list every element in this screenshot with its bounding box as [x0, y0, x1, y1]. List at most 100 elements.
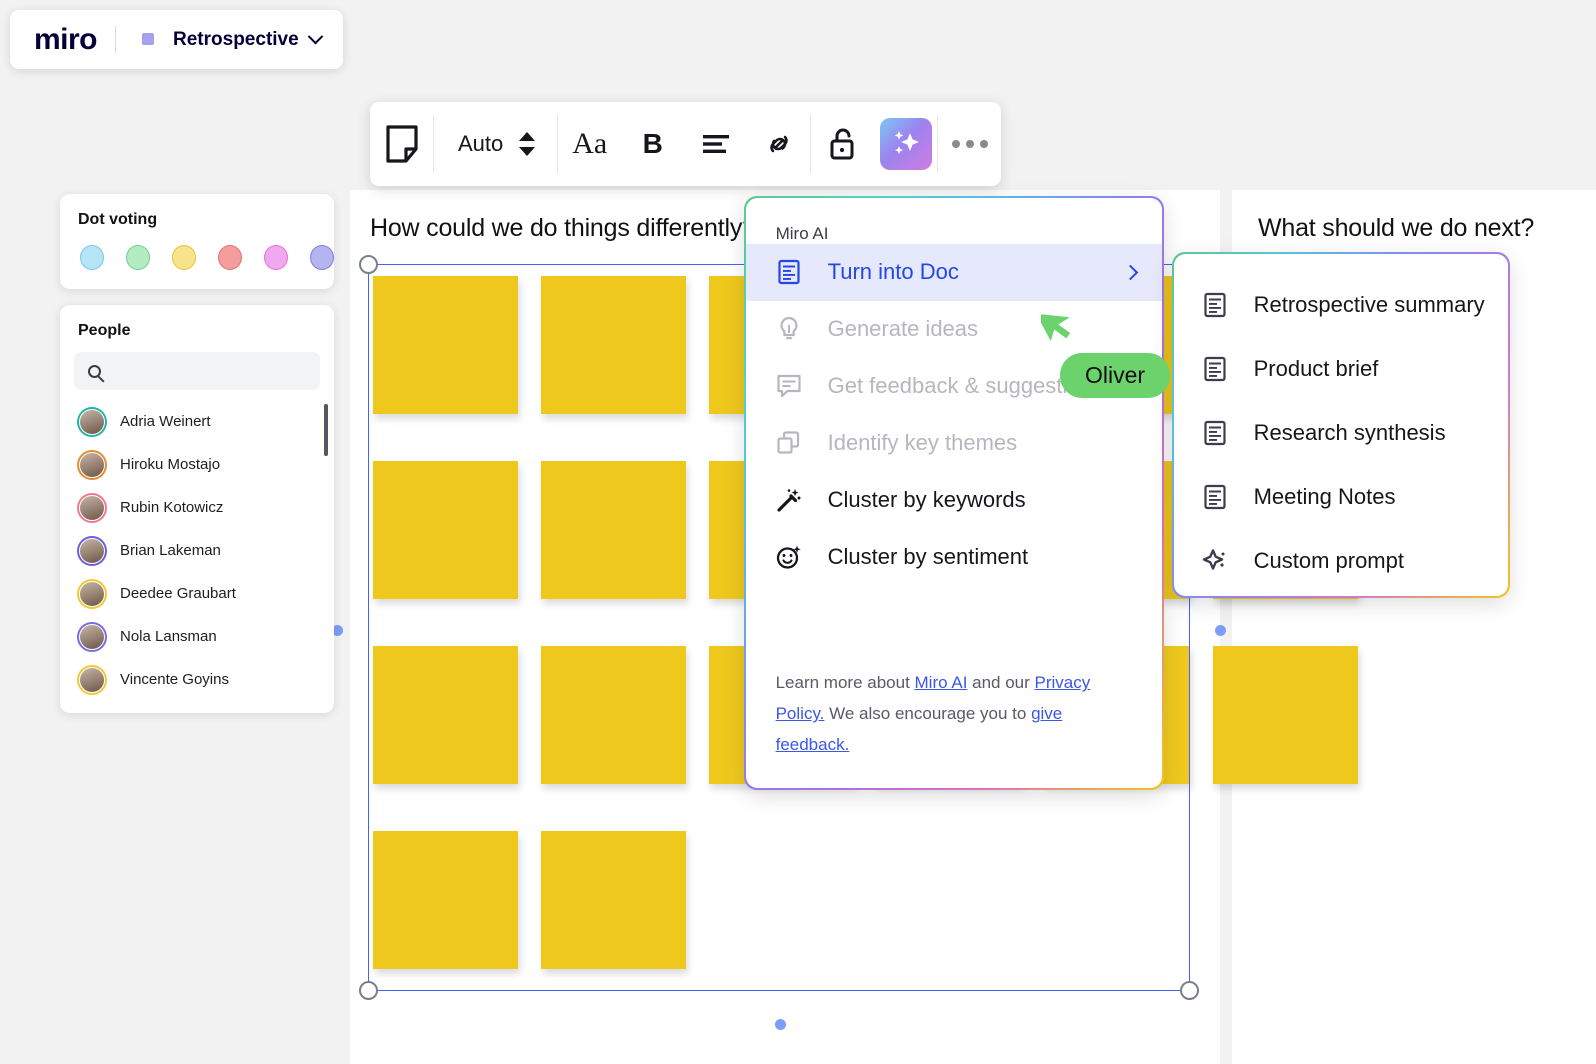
text-align-button[interactable] — [684, 102, 747, 186]
submenu-item-retrospective-summary[interactable]: Retrospective summary — [1174, 273, 1509, 337]
list-item[interactable]: Brian Lakeman — [60, 529, 334, 572]
magic-wand-icon — [776, 487, 802, 513]
collaborator-name-badge: Oliver — [1060, 353, 1170, 398]
ai-menu-item-generate-ideas: Generate ideas — [746, 301, 1163, 358]
ai-button-wrapper[interactable] — [874, 102, 937, 186]
document-icon — [776, 259, 802, 285]
dot-vote-color-1[interactable] — [80, 245, 104, 270]
ai-menu-item-list[interactable]: Turn into Doc Generate ideas Get feedbac… — [746, 244, 1163, 586]
comment-icon — [776, 373, 802, 399]
unlocked-padlock-icon — [829, 127, 857, 161]
footer-text-2: and our — [967, 673, 1034, 692]
submenu-item-custom-prompt[interactable]: Custom prompt — [1174, 529, 1509, 593]
person-name: Adria Weinert — [120, 413, 211, 430]
quantity-stepper[interactable] — [519, 132, 535, 156]
dot-voting-panel: Dot voting — [60, 194, 334, 289]
avatar — [77, 407, 107, 437]
people-panel: People Adria Weinert Hiroku Mostajo Rubin … — [60, 305, 334, 713]
text-size-value: Auto — [458, 131, 503, 157]
person-name: Vincente Goyins — [120, 671, 229, 688]
header-divider — [115, 26, 116, 53]
miro-ai-link[interactable]: Miro AI — [915, 673, 968, 692]
list-item[interactable]: Adria Weinert — [60, 400, 334, 443]
board-icon — [134, 29, 162, 51]
search-icon — [88, 365, 101, 378]
miro-ai-context-menu: Miro AI Turn into Doc Generate ideas Get… — [744, 196, 1164, 790]
dot-vote-color-6[interactable] — [310, 245, 334, 270]
more-horizontal-icon — [952, 140, 988, 148]
list-item[interactable]: Deedee Graubart — [60, 572, 334, 615]
people-title: People — [60, 305, 334, 340]
lock-button[interactable] — [811, 102, 874, 186]
person-name: Deedee Graubart — [120, 585, 236, 602]
sticky-note[interactable] — [541, 831, 686, 969]
list-item[interactable]: Rubin Kotowicz — [60, 486, 334, 529]
sticky-note[interactable] — [373, 461, 518, 599]
ai-menu-item-label: Cluster by keywords — [828, 487, 1026, 513]
ai-menu-item-identify-key-themes: Identify key themes — [746, 415, 1163, 472]
miro-logo[interactable]: miro — [34, 23, 97, 57]
submenu-item-meeting-notes[interactable]: Meeting Notes — [1174, 465, 1509, 529]
chevron-right-icon — [1123, 264, 1139, 280]
submenu-item-label: Meeting Notes — [1254, 484, 1396, 510]
more-options-button[interactable] — [938, 102, 1001, 186]
submenu-item-research-synthesis[interactable]: Research synthesis — [1174, 401, 1509, 465]
frame-title-differently: How could we do things differently? — [370, 214, 744, 243]
link-button[interactable] — [747, 102, 810, 186]
person-name: Brian Lakeman — [120, 542, 221, 559]
people-list-scrollbar[interactable] — [324, 404, 328, 456]
board-name-dropdown[interactable]: Retrospective — [134, 29, 321, 51]
people-list[interactable]: Adria Weinert Hiroku Mostajo Rubin Kotowic… — [60, 400, 334, 700]
board-header-bar: miro Retrospective — [10, 10, 343, 69]
list-item[interactable]: Nola Lansman — [60, 615, 334, 658]
avatar — [77, 579, 107, 609]
footer-text-3: We also encourage you to — [824, 704, 1031, 723]
document-icon — [1202, 292, 1228, 318]
sticky-note[interactable] — [373, 831, 518, 969]
stacked-squares-icon — [776, 430, 802, 456]
sticky-note[interactable] — [373, 646, 518, 784]
triangle-down-icon[interactable] — [519, 147, 535, 156]
submenu-item-list[interactable]: Retrospective summary Product brief Rese… — [1174, 254, 1509, 597]
ai-menu-item-turn-into-doc[interactable]: Turn into Doc — [746, 244, 1163, 301]
text-size-stepper[interactable]: Auto — [434, 102, 557, 186]
person-name: Nola Lansman — [120, 628, 217, 645]
ai-menu-item-label: Identify key themes — [828, 430, 1018, 456]
sticky-note-type-button[interactable] — [370, 102, 433, 186]
frame-title-next: What should we do next? — [1258, 214, 1534, 243]
font-button[interactable]: Aa — [558, 102, 621, 186]
ai-sparkle-icon — [887, 125, 925, 163]
ai-menu-item-label: Cluster by sentiment — [828, 544, 1029, 570]
sticky-note[interactable] — [541, 276, 686, 414]
sticky-note[interactable] — [1213, 646, 1358, 784]
people-search-input[interactable] — [74, 352, 320, 390]
ai-menu-item-cluster-by-sentiment[interactable]: Cluster by sentiment — [746, 529, 1163, 586]
ai-menu-item-cluster-by-keywords[interactable]: Cluster by keywords — [746, 472, 1163, 529]
board-name-label: Retrospective — [173, 29, 299, 51]
avatar — [77, 536, 107, 566]
list-item[interactable]: Hiroku Mostajo — [60, 443, 334, 486]
dot-vote-color-3[interactable] — [172, 245, 196, 270]
submenu-item-label: Research synthesis — [1254, 420, 1446, 446]
sticky-note-icon — [385, 125, 419, 163]
submenu-item-product-brief[interactable]: Product brief — [1174, 337, 1509, 401]
document-icon — [1202, 356, 1228, 382]
dot-vote-color-2[interactable] — [126, 245, 150, 270]
triangle-up-icon[interactable] — [519, 132, 535, 141]
document-icon — [1202, 484, 1228, 510]
list-item[interactable]: Vincente Goyins — [60, 658, 334, 700]
turn-into-doc-submenu: Retrospective summary Product brief Rese… — [1172, 252, 1510, 598]
person-name: Rubin Kotowicz — [120, 499, 223, 516]
sticky-note[interactable] — [541, 646, 686, 784]
miro-ai-button[interactable] — [880, 118, 932, 170]
bold-label: B — [643, 128, 663, 160]
smiley-sparkle-icon — [776, 544, 802, 570]
dot-voting-color-row[interactable] — [60, 229, 334, 270]
link-icon — [764, 129, 794, 159]
bold-button[interactable]: B — [621, 102, 684, 186]
sticky-note[interactable] — [373, 276, 518, 414]
dot-vote-color-4[interactable] — [218, 245, 242, 270]
text-align-icon — [701, 133, 731, 155]
sticky-note[interactable] — [541, 461, 686, 599]
dot-vote-color-5[interactable] — [264, 245, 288, 270]
